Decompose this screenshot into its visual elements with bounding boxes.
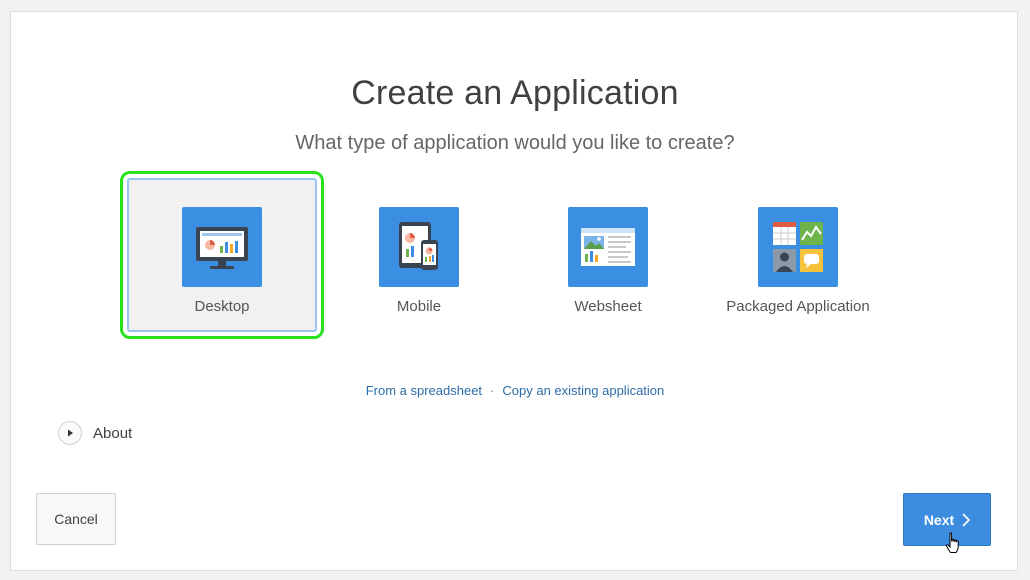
- cancel-button[interactable]: Cancel: [36, 493, 116, 545]
- from-spreadsheet-link[interactable]: From a spreadsheet: [366, 383, 482, 398]
- next-button-label: Next: [923, 511, 955, 528]
- chevron-right-icon: [962, 512, 971, 527]
- next-button[interactable]: Next: [903, 493, 991, 546]
- option-label: Websheet: [574, 298, 642, 315]
- websheet-icon: [568, 207, 648, 287]
- option-label: Packaged Application: [726, 298, 870, 315]
- option-label: Desktop: [194, 298, 250, 315]
- option-mobile[interactable]: Mobile: [324, 178, 514, 332]
- packaged-application-icon: [758, 207, 838, 287]
- about-toggle[interactable]: About: [58, 420, 132, 446]
- alternate-options: From a spreadsheet · Copy an existing appl…: [11, 383, 1019, 398]
- link-separator: ·: [490, 383, 495, 398]
- option-label: Mobile: [396, 298, 442, 315]
- play-right-icon: [58, 421, 82, 445]
- desktop-icon: [182, 207, 262, 287]
- page-subtitle: What type of application would you like …: [295, 132, 735, 154]
- option-packaged-application[interactable]: Packaged Application: [703, 178, 893, 332]
- page-title: Create an Application: [351, 74, 679, 112]
- about-label: About: [93, 424, 133, 442]
- option-desktop[interactable]: Desktop: [120, 171, 324, 339]
- mobile-icon: [379, 207, 459, 287]
- copy-existing-application-link[interactable]: Copy an existing application: [502, 383, 664, 398]
- create-application-dialog: Create an Application What type of appli…: [10, 11, 1018, 571]
- option-websheet[interactable]: Websheet: [513, 178, 703, 332]
